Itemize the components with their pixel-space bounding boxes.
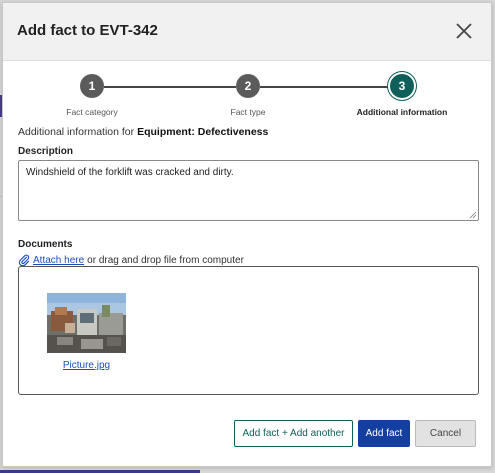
add-fact-dialog: Add fact to EVT-342 1 Fact category 2 Fa… xyxy=(2,2,492,467)
step-1-circle: 1 xyxy=(80,74,104,98)
context-line: Additional information for Equipment: De… xyxy=(18,126,268,138)
context-subject: Equipment: Defectiveness xyxy=(137,126,269,138)
description-label: Description xyxy=(18,146,74,157)
description-textarea[interactable]: Windshield of the forklift was cracked a… xyxy=(18,160,479,221)
close-x-icon xyxy=(456,23,472,39)
step-2-circle: 2 xyxy=(236,74,260,98)
file-name-link[interactable]: Picture.jpg xyxy=(39,360,134,371)
picture-thumbnail-image xyxy=(47,293,126,353)
attach-row: Attach here or drag and drop file from c… xyxy=(18,254,244,266)
attach-here-link[interactable]: Attach here xyxy=(33,255,84,266)
dialog-title: Add fact to EVT-342 xyxy=(17,22,158,39)
progress-stepper: 1 Fact category 2 Fact type 3 Additional… xyxy=(3,73,491,123)
file-thumbnail[interactable] xyxy=(47,293,126,353)
close-button[interactable] xyxy=(453,20,475,42)
context-prefix: Additional information for xyxy=(18,126,135,138)
file-drop-zone[interactable]: Picture.jpg xyxy=(18,266,479,395)
add-fact-and-another-button[interactable]: Add fact + Add another xyxy=(234,420,353,447)
paperclip-icon xyxy=(18,254,30,266)
resize-handle-icon[interactable] xyxy=(469,211,477,219)
step-3-circle: 3 xyxy=(390,74,414,98)
cancel-button[interactable]: Cancel xyxy=(415,420,476,447)
add-fact-button[interactable]: Add fact xyxy=(358,420,410,447)
dialog-header: Add fact to EVT-342 xyxy=(3,3,491,61)
documents-label: Documents xyxy=(18,239,73,250)
stepper-connector xyxy=(260,86,390,88)
step-1-label: Fact category xyxy=(66,107,118,117)
step-3-label: Additional information xyxy=(356,107,448,117)
stepper-connector xyxy=(104,86,236,88)
attach-hint: or drag and drop file from computer xyxy=(87,254,244,266)
step-2-label: Fact type xyxy=(230,107,266,117)
